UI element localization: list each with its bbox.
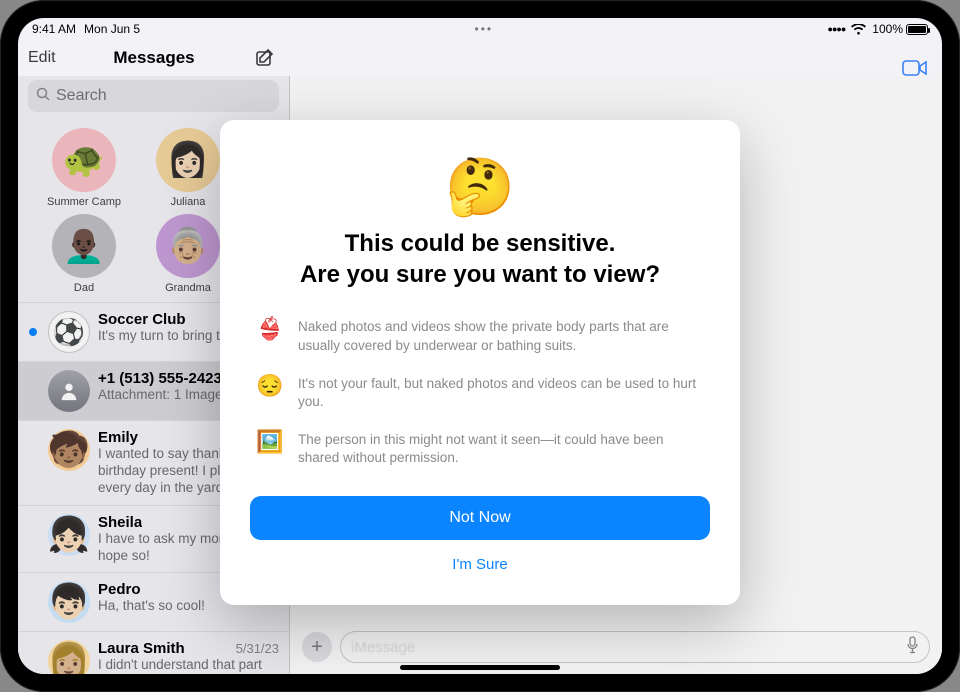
status-time: 9:41 AM bbox=[32, 22, 76, 36]
modal-bullets: 👙 Naked photos and videos show the priva… bbox=[250, 318, 710, 467]
screen: 9:41 AM Mon Jun 5 ••• ●●●● 100% Edit bbox=[18, 18, 942, 674]
bullet-icon: 🖼️ bbox=[256, 431, 282, 453]
bullet-text: The person in this might not want it see… bbox=[298, 431, 704, 467]
bullet-text: It's not your fault, but naked photos an… bbox=[298, 375, 704, 411]
not-now-button[interactable]: Not Now bbox=[250, 496, 710, 540]
bullet-icon: 😔 bbox=[256, 375, 282, 397]
nav-bar: Edit Messages bbox=[18, 40, 942, 76]
messages-title: Messages bbox=[18, 48, 290, 68]
edit-button[interactable]: Edit bbox=[28, 49, 56, 67]
ipad-frame: 9:41 AM Mon Jun 5 ••• ●●●● 100% Edit bbox=[0, 0, 960, 692]
cellular-icon: ●●●● bbox=[828, 24, 846, 34]
sensitive-content-modal: 🤔 This could be sensitive. Are you sure … bbox=[220, 120, 740, 605]
modal-bullet: 👙 Naked photos and videos show the priva… bbox=[256, 318, 704, 354]
modal-bullet: 🖼️ The person in this might not want it … bbox=[256, 431, 704, 467]
thinking-face-icon: 🤔 bbox=[250, 154, 710, 220]
im-sure-button[interactable]: I'm Sure bbox=[250, 550, 710, 579]
battery-pct: 100% bbox=[872, 22, 903, 36]
battery-indicator: 100% bbox=[872, 22, 928, 36]
status-date: Mon Jun 5 bbox=[84, 22, 140, 36]
modal-title: This could be sensitive. Are you sure yo… bbox=[250, 228, 710, 290]
wifi-icon bbox=[851, 24, 866, 35]
status-bar: 9:41 AM Mon Jun 5 ••• ●●●● 100% bbox=[18, 18, 942, 40]
home-indicator[interactable] bbox=[400, 665, 560, 670]
compose-icon[interactable] bbox=[254, 47, 276, 69]
multitask-dots-icon[interactable]: ••• bbox=[475, 22, 494, 36]
bullet-icon: 👙 bbox=[256, 318, 282, 340]
modal-bullet: 😔 It's not your fault, but naked photos … bbox=[256, 375, 704, 411]
bullet-text: Naked photos and videos show the private… bbox=[298, 318, 704, 354]
